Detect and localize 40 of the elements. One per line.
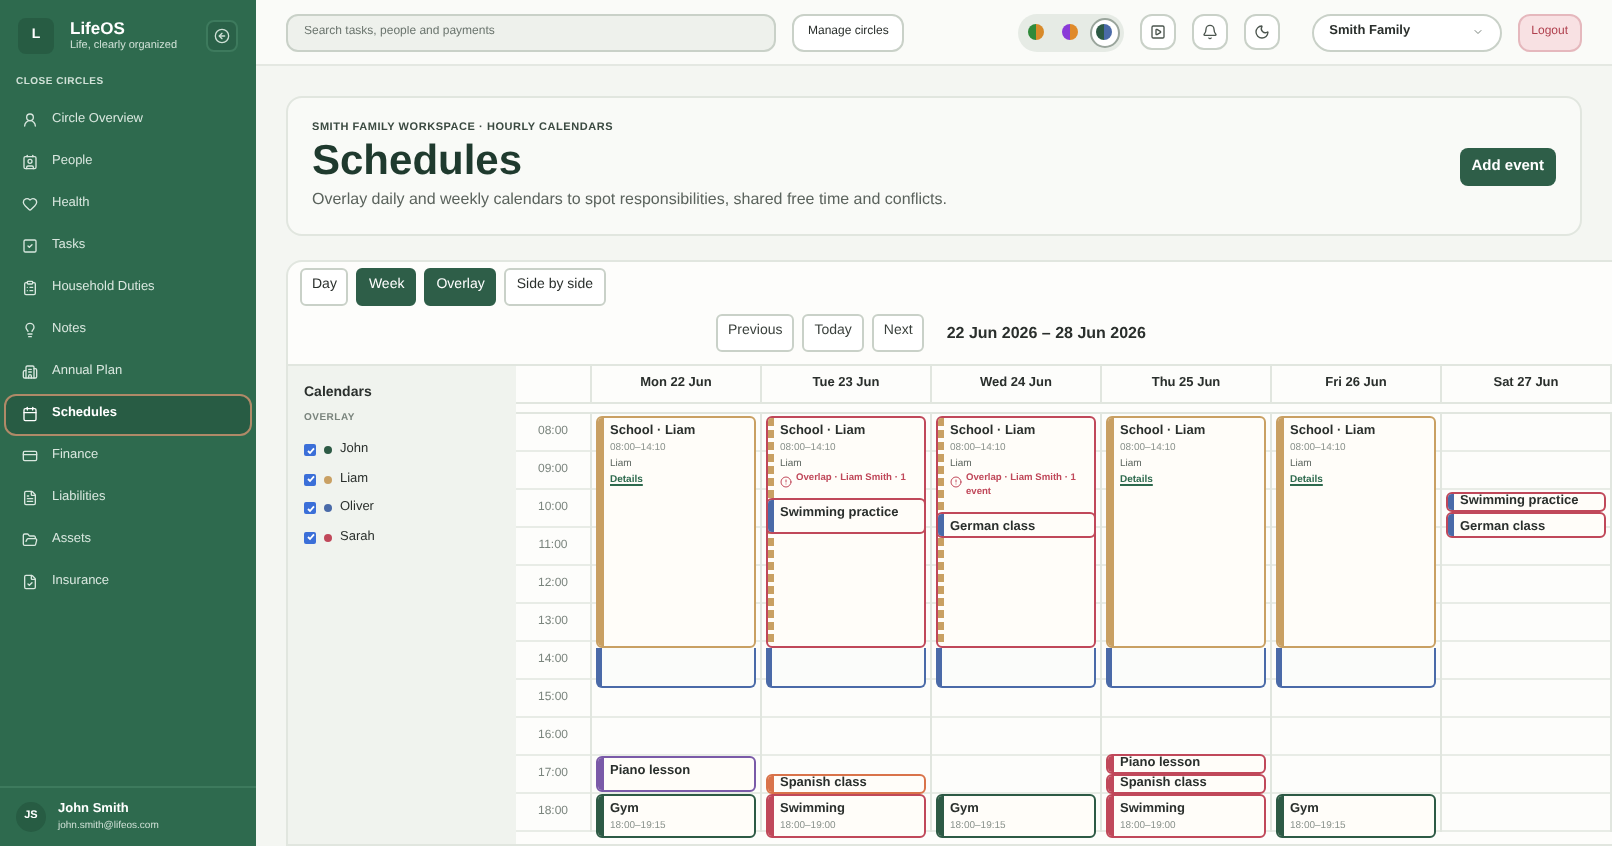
calendar-icon: [22, 406, 38, 422]
checkbox[interactable]: [304, 444, 316, 457]
event-block[interactable]: [1276, 648, 1436, 688]
chevron-down-icon: [1471, 26, 1484, 38]
notifications-button[interactable]: [1191, 14, 1228, 50]
folder-icon: [22, 532, 38, 548]
event-block[interactable]: [766, 648, 926, 688]
media-button[interactable]: [1139, 14, 1176, 50]
clipboard-icon: [22, 280, 38, 296]
checkbox[interactable]: [304, 473, 316, 486]
person-icon: [22, 112, 38, 128]
lightbulb-icon: [22, 322, 38, 338]
alert-icon: [950, 476, 962, 488]
bell-icon: [1201, 24, 1218, 40]
page-subtitle: Overlay daily and weekly calendars to spot responsibilities, shared free time and conflicts.: [312, 188, 947, 213]
theme-swatch[interactable]: [1089, 17, 1120, 47]
theme-icon: [1096, 24, 1113, 40]
date-range: 22 Jun 2026 – 28 Jun 2026: [946, 321, 1146, 345]
theme-icon: [1028, 24, 1045, 40]
dark-mode-button[interactable]: [1243, 14, 1280, 50]
checkbox[interactable]: [304, 531, 316, 544]
theme-icon: [1062, 24, 1079, 40]
contact-icon: [22, 154, 38, 170]
event-block[interactable]: [936, 648, 1096, 688]
moon-icon: [1253, 24, 1270, 40]
page-title: Schedules: [312, 136, 525, 189]
collapse-button[interactable]: [206, 20, 238, 52]
checkbox-icon: [22, 238, 38, 254]
document-icon: [22, 490, 38, 506]
checkbox[interactable]: [304, 502, 316, 515]
event-block[interactable]: [1106, 648, 1266, 688]
collapse-icon: [214, 28, 230, 44]
alert-icon: [780, 476, 792, 488]
document-icon: [22, 574, 38, 590]
building-icon: [22, 364, 38, 380]
play-icon: [1149, 24, 1166, 40]
app-name: LifeOS: [70, 18, 127, 40]
card-icon: [22, 448, 38, 464]
heart-icon: [22, 196, 38, 212]
event-block[interactable]: [596, 648, 756, 688]
